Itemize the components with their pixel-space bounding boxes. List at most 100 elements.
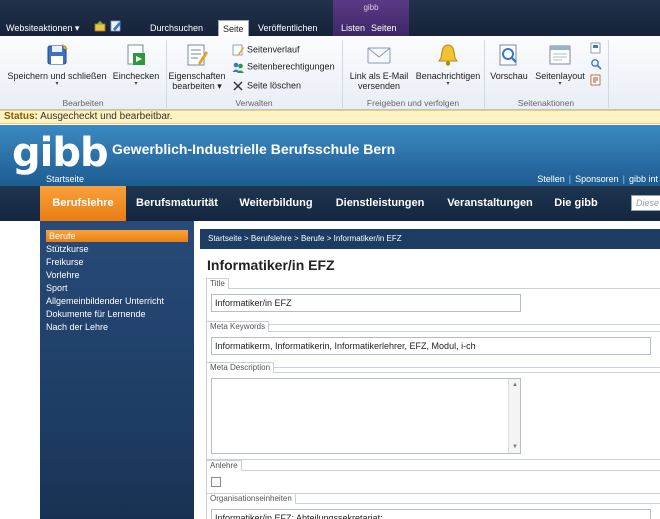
- site-name: Gewerblich-Industrielle Berufsschule Ber…: [112, 141, 396, 157]
- nav-item-veranstaltungen[interactable]: Veranstaltungen: [436, 186, 544, 221]
- history-label: Seitenverlauf: [247, 44, 300, 55]
- chevron-down-icon: ▾: [55, 81, 59, 87]
- scroll-down-icon[interactable]: ▼: [509, 441, 521, 453]
- properties-label-1: Eigenschaften: [168, 71, 226, 81]
- sidebar-item-vorlehre[interactable]: Vorlehre: [46, 269, 80, 281]
- field-label-org: Organisationseinheiten: [206, 493, 296, 504]
- notify-label: Benachrichtigen: [415, 71, 481, 81]
- nav-item-berufslehre[interactable]: Berufslehre: [40, 186, 126, 221]
- checkin-button[interactable]: Einchecken ▾: [112, 42, 160, 87]
- page-report-icon[interactable]: [590, 74, 602, 86]
- properties-icon: [187, 44, 208, 66]
- breadcrumb[interactable]: Startseite > Berufslehre > Berufe > Info…: [200, 229, 660, 249]
- sidebar-item-allgemeinbildung[interactable]: Allgemeinbildender Unterricht: [46, 295, 164, 307]
- sidebar-item-freikurse[interactable]: Freikurse: [46, 256, 84, 268]
- home-link[interactable]: Startseite: [46, 174, 84, 184]
- site-logo[interactable]: gibb: [12, 131, 109, 175]
- nav-item-berufsmaturitaet[interactable]: Berufsmaturität: [128, 186, 226, 221]
- field-label-anlehre: Anlehre: [206, 460, 242, 471]
- status-text: Ausgecheckt und bearbeitbar.: [40, 111, 173, 122]
- scroll-up-icon[interactable]: ▲: [509, 379, 521, 391]
- save-icon: [47, 43, 68, 65]
- save-close-button[interactable]: Speichern und schließen ▾: [4, 42, 110, 87]
- top-links: Stellen | Sponsoren | gibb int: [537, 174, 658, 184]
- tab-page[interactable]: Seite: [218, 20, 249, 36]
- org-input[interactable]: Informatiker/in EFZ: Abteilungssekretari…: [211, 509, 651, 519]
- group-label-share: Freigeben und verfolgen: [366, 98, 460, 108]
- nav-item-dienstleistungen[interactable]: Dienstleistungen: [326, 186, 434, 221]
- status-label: Status:: [4, 111, 38, 122]
- chevron-down-icon: ▾: [134, 81, 138, 87]
- page-settings-icon[interactable]: [590, 42, 602, 54]
- navigate-up-icon[interactable]: [94, 20, 106, 32]
- field-label-keywords: Meta Keywords: [206, 321, 270, 332]
- sidebar-item-dokumente[interactable]: Dokumente für Lernende: [46, 308, 146, 320]
- site-actions-label: Websiteaktionen: [6, 23, 73, 33]
- description-textarea[interactable]: ▲ ▼: [211, 378, 521, 454]
- email-link-label-2: versenden: [357, 81, 401, 91]
- sidebar-item-nach-der-lehre[interactable]: Nach der Lehre: [46, 321, 108, 333]
- page-layout-label: Seitenlayout: [535, 71, 585, 81]
- sidebar-item-sport[interactable]: Sport: [46, 282, 68, 294]
- context-group-label: gibb: [363, 3, 379, 12]
- email-icon: [367, 47, 391, 64]
- main-content: Startseite > Berufslehre > Berufe > Info…: [200, 221, 660, 519]
- chevron-down-icon: ▾: [74, 23, 80, 33]
- save-close-label: Speichern und schließen: [7, 71, 107, 81]
- preview-label: Vorschau: [490, 71, 528, 81]
- properties-label-2: bearbeiten: [172, 81, 215, 91]
- top-link-intern[interactable]: gibb int: [629, 174, 658, 184]
- permissions-icon: [232, 62, 244, 73]
- top-link-jobs[interactable]: Stellen: [537, 174, 565, 184]
- site-search-input[interactable]: Diese: [631, 195, 660, 211]
- title-input[interactable]: Informatiker/in EFZ: [211, 294, 521, 312]
- tab-pages[interactable]: Seiten: [371, 20, 397, 36]
- field-label-title: Title: [206, 278, 229, 289]
- page-history-button[interactable]: Seitenverlauf: [232, 44, 300, 56]
- field-label-description: Meta Description: [206, 362, 275, 373]
- site-actions-menu[interactable]: Websiteaktionen ▾: [6, 20, 79, 36]
- page-permissions-button[interactable]: Seitenberechtigungen: [232, 61, 335, 73]
- page-title: Informatiker/in EFZ: [207, 257, 335, 273]
- nav-item-die-gibb[interactable]: Die gibb: [546, 186, 606, 221]
- site-header: gibb Gewerblich-Industrielle Berufsschul…: [0, 125, 660, 186]
- email-link-button[interactable]: Link als E-Mail versenden: [344, 42, 414, 91]
- chevron-down-icon: ▾: [446, 81, 450, 87]
- delete-page-button[interactable]: Seite löschen: [232, 80, 301, 92]
- group-label-manage: Verwalten: [235, 98, 273, 108]
- notify-button[interactable]: Benachrichtigen ▾: [414, 42, 482, 87]
- textarea-scrollbar[interactable]: ▲ ▼: [508, 379, 520, 453]
- tab-browse[interactable]: Durchsuchen: [150, 20, 203, 36]
- delete-icon: [233, 81, 243, 91]
- group-separator: [608, 40, 609, 108]
- sidebar-item-stuetzkurse[interactable]: Stützkurse: [46, 243, 89, 255]
- edit-properties-button[interactable]: Eigenschaften bearbeiten ▾: [168, 42, 226, 91]
- anlehre-checkbox[interactable]: [211, 477, 221, 487]
- chevron-down-icon: ▾: [558, 81, 562, 87]
- bell-icon: [438, 44, 458, 66]
- preview-button[interactable]: Vorschau: [486, 42, 532, 81]
- keywords-input[interactable]: Informatikerm, Informatikerin, Informati…: [211, 337, 651, 355]
- delete-page-label: Seite löschen: [247, 80, 302, 91]
- history-icon: [232, 44, 244, 56]
- checkin-label: Einchecken: [112, 71, 160, 81]
- tab-lists[interactable]: Listen: [341, 20, 365, 36]
- nav-item-weiterbildung[interactable]: Weiterbildung: [228, 186, 324, 221]
- field-box-anlehre: [206, 470, 660, 494]
- left-sidebar: Berufe Stützkurse Freikurse Vorlehre Spo…: [40, 221, 194, 519]
- link-separator: |: [568, 174, 572, 184]
- chevron-down-icon: ▾: [217, 81, 222, 91]
- top-link-sponsors[interactable]: Sponsoren: [575, 174, 619, 184]
- search-icon[interactable]: [590, 58, 602, 70]
- link-separator: |: [622, 174, 625, 184]
- page-layout-button[interactable]: Seitenlayout ▾: [532, 42, 588, 87]
- group-label-edit: Bearbeiten: [62, 98, 104, 108]
- tab-publish[interactable]: Veröffentlichen: [258, 20, 317, 36]
- sidebar-item-berufe[interactable]: Berufe: [46, 230, 188, 242]
- email-link-label-1: Link als E-Mail: [349, 71, 409, 81]
- ribbon: Speichern und schließen ▾ Einchecken ▾ B…: [0, 36, 660, 110]
- edit-page-icon[interactable]: [110, 20, 122, 32]
- preview-icon: [499, 44, 517, 66]
- checkin-icon: [127, 44, 145, 65]
- permissions-label: Seitenberechtigungen: [247, 61, 335, 72]
